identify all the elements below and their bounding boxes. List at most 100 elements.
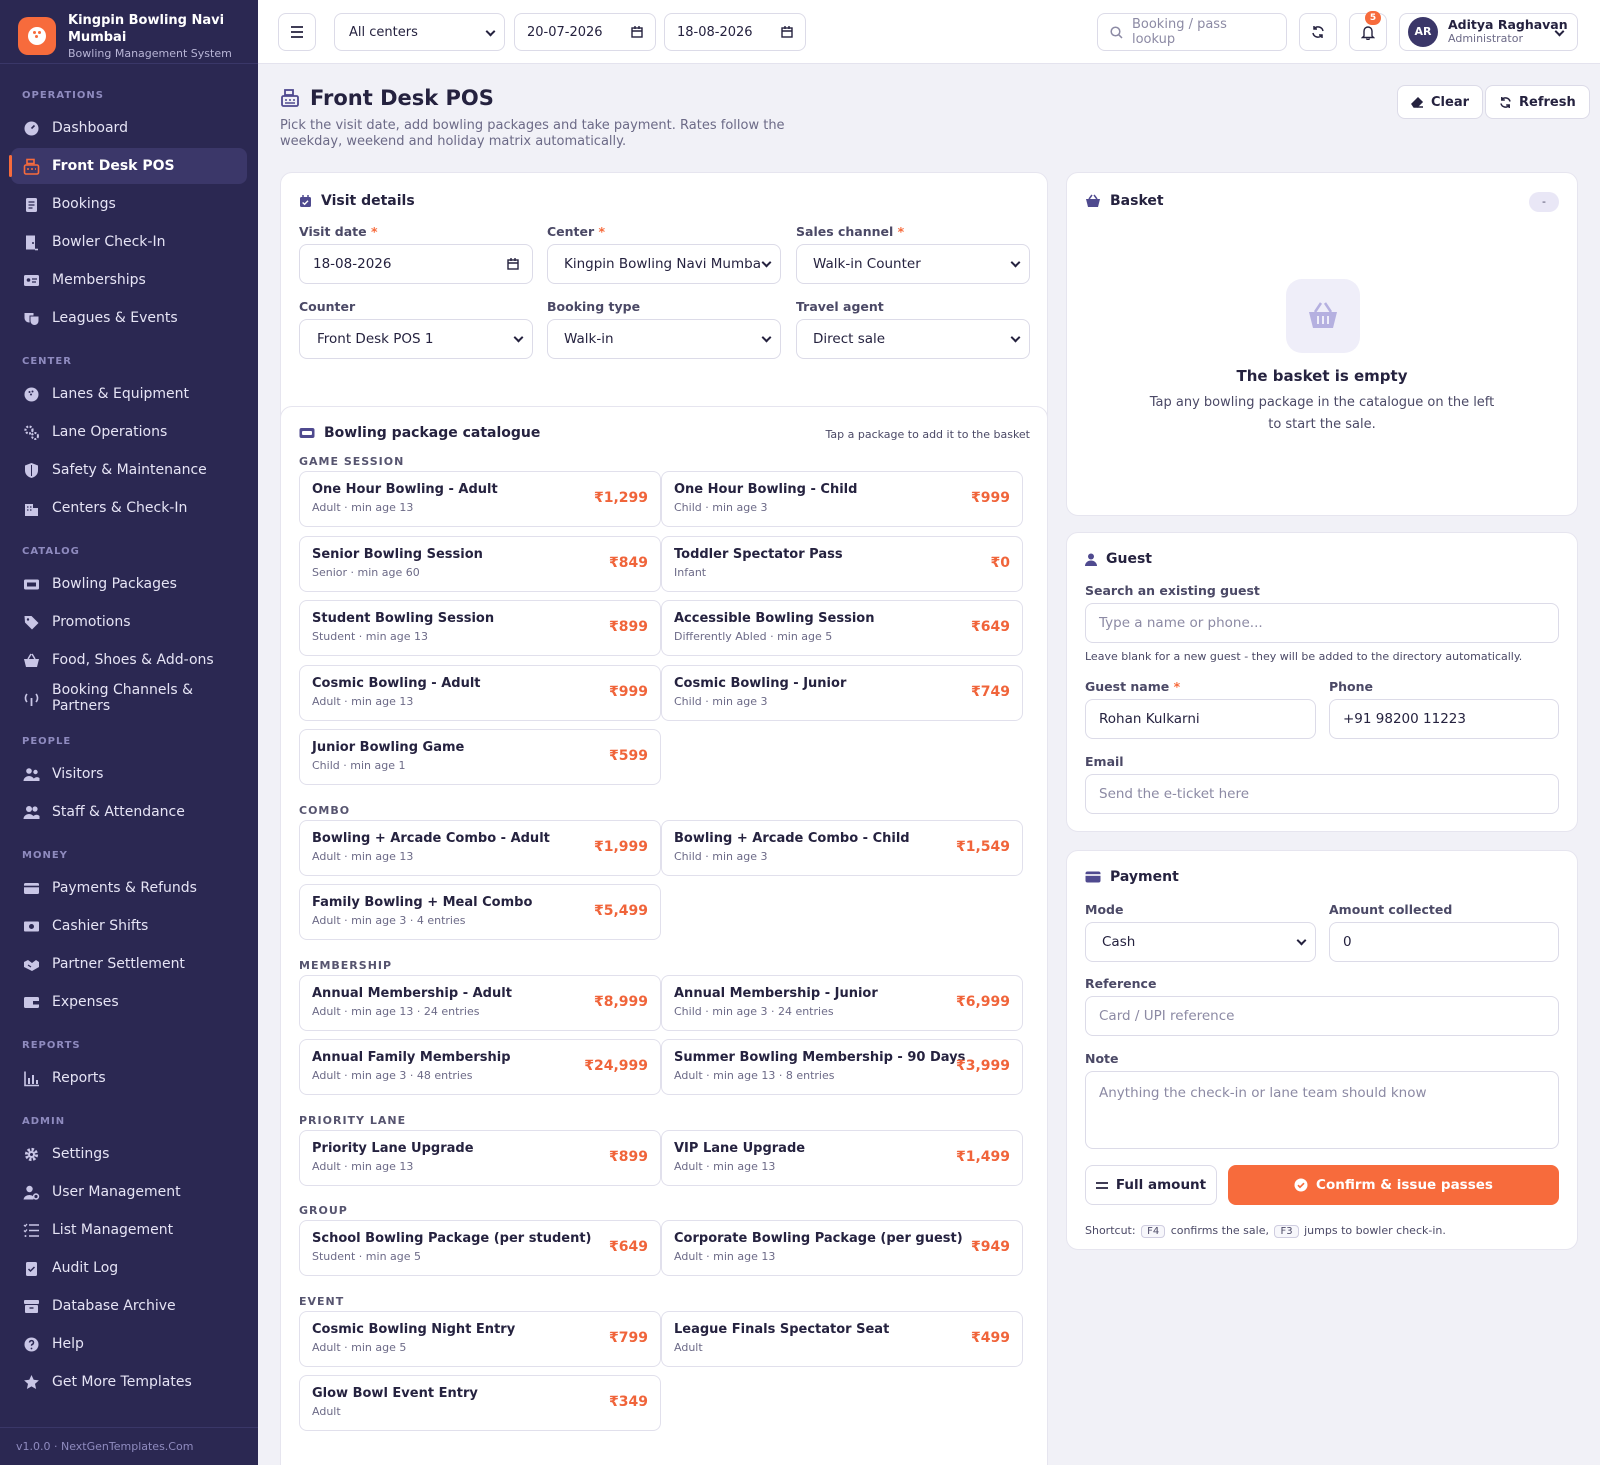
reference-input[interactable]: Card / UPI reference (1085, 996, 1559, 1036)
package-price: ₹649 (609, 1239, 648, 1255)
full-amount-button[interactable]: Full amount (1085, 1165, 1217, 1205)
basket-title: Basket (1110, 193, 1164, 209)
sidebar-item-lane-operations[interactable]: Lane Operations (11, 414, 247, 450)
package-tile[interactable]: Cosmic Bowling - Junior Child · min age 3… (661, 664, 1023, 721)
date-from-input[interactable]: 20-07-2026 (514, 13, 656, 51)
sidebar-item-centers-check-in[interactable]: Centers & Check-In (11, 490, 247, 526)
sidebar-item-user-management[interactable]: User Management (11, 1174, 247, 1210)
package-tile[interactable]: Annual Family Membership Adult · min age … (299, 1039, 661, 1095)
sidebar-item-dashboard[interactable]: Dashboard (11, 110, 247, 146)
users-icon (23, 766, 40, 783)
package-tile[interactable]: Junior Bowling Game Child · min age 1 ₹599 (299, 729, 661, 785)
center-filter-select[interactable]: All centers (334, 13, 505, 51)
package-tile[interactable]: Bowling + Arcade Combo - Adult Adult · mi… (299, 819, 661, 876)
sidebar-item-bookings[interactable]: Bookings (11, 186, 247, 222)
package-tile[interactable]: League Finals Spectator Seat Adult ₹499 (661, 1310, 1023, 1367)
sidebar-item-label: Memberships (52, 272, 146, 288)
package-price: ₹8,999 (593, 993, 648, 1010)
visit-date-input[interactable]: 18-08-2026 (299, 244, 533, 284)
booking-type-value: Walk-in (564, 331, 614, 347)
sidebar-item-label: Database Archive (52, 1298, 176, 1314)
package-tile[interactable]: Annual Membership - Adult Adult · min age… (299, 974, 661, 1031)
user-menu[interactable]: AR Aditya Raghavan Administrator (1399, 13, 1578, 51)
package-tile[interactable]: Annual Membership - Junior Child · min ag… (661, 974, 1023, 1031)
refresh-button[interactable]: Refresh (1485, 85, 1590, 119)
email-input[interactable]: Send the e-ticket here (1085, 774, 1559, 814)
travel-agent-select[interactable]: Direct sale (796, 319, 1030, 359)
clear-button[interactable]: Clear (1397, 85, 1483, 119)
note-textarea[interactable]: Anything the check-in or lane team shoul… (1085, 1071, 1559, 1149)
calendar-check-icon (300, 194, 311, 207)
sidebar-item-help[interactable]: Help (11, 1326, 247, 1362)
guest-search-input[interactable]: Type a name or phone... (1085, 603, 1559, 643)
center-label: Center * (547, 224, 606, 239)
sidebar-item-bowler-check-in[interactable]: Bowler Check-In (11, 224, 247, 260)
sidebar-item-visitors[interactable]: Visitors (11, 756, 247, 792)
guest-search-label: Search an existing guest (1085, 583, 1260, 598)
sidebar-item-bowling-packages[interactable]: Bowling Packages (11, 566, 247, 602)
package-tile[interactable]: One Hour Bowling - Adult Adult · min age … (299, 471, 661, 527)
sidebar-item-database-archive[interactable]: Database Archive (11, 1288, 247, 1324)
sidebar-item-front-desk-pos[interactable]: Front Desk POS (9, 148, 247, 184)
basket-icon (23, 652, 40, 669)
menu-toggle-button[interactable] (278, 13, 316, 51)
page-header: Front Desk POS (280, 86, 494, 110)
sidebar-item-get-more-templates[interactable]: Get More Templates (11, 1364, 247, 1400)
chevron-down-icon (485, 26, 496, 37)
package-tile[interactable]: Priority Lane Upgrade Adult · min age 13 ₹… (299, 1129, 661, 1186)
package-tile[interactable]: One Hour Bowling - Child Child · min age … (661, 471, 1023, 527)
amount-collected-input[interactable]: 0 (1329, 922, 1559, 962)
gear-icon (23, 1146, 40, 1163)
sidebar-item-promotions[interactable]: Promotions (11, 604, 247, 640)
sidebar-item-booking-channels-partners[interactable]: Booking Channels & Partners (11, 680, 247, 716)
package-tile[interactable]: Bowling + Arcade Combo - Child Child · mi… (661, 819, 1023, 876)
package-tile[interactable]: Senior Bowling Session Senior · min age 6… (299, 535, 661, 592)
reference-label: Reference (1085, 976, 1157, 991)
booking-lookup-input[interactable]: Booking / pass lookup (1097, 13, 1287, 51)
package-tile[interactable]: Cosmic Bowling Night Entry Adult · min ag… (299, 1310, 661, 1367)
sidebar-item-settings[interactable]: Settings (11, 1136, 247, 1172)
package-tile[interactable]: Student Bowling Session Student · min age… (299, 600, 661, 656)
package-tile[interactable]: Accessible Bowling Session Differently Ab… (661, 600, 1023, 656)
sidebar-item-safety-maintenance[interactable]: Safety & Maintenance (11, 452, 247, 488)
sidebar-item-list-management[interactable]: List Management (11, 1212, 247, 1248)
package-tile[interactable]: Corporate Bowling Package (per guest) Adu… (661, 1220, 1023, 1276)
date-to-input[interactable]: 18-08-2026 (664, 13, 806, 51)
sidebar-item-leagues-events[interactable]: Leagues & Events (11, 300, 247, 336)
package-tile[interactable]: School Bowling Package (per student) Stud… (299, 1220, 661, 1276)
sidebar-item-memberships[interactable]: Memberships (11, 262, 247, 298)
package-tile[interactable]: Glow Bowl Event Entry Adult ₹349 (299, 1375, 661, 1431)
nav-section-reports: REPORTS (22, 1040, 81, 1051)
package-tile[interactable]: Cosmic Bowling - Adult Adult · min age 13… (299, 664, 661, 721)
cash-register-icon (281, 89, 299, 107)
payment-mode-select[interactable]: Cash (1085, 922, 1316, 962)
sales-channel-select[interactable]: Walk-in Counter (796, 244, 1030, 284)
notifications-button[interactable]: 5 (1349, 11, 1387, 51)
sidebar-item-lanes-equipment[interactable]: Lanes & Equipment (11, 376, 247, 412)
sidebar-item-cashier-shifts[interactable]: Cashier Shifts (11, 908, 247, 944)
basket-card: Basket - The basket is empty Tap any bow… (1066, 172, 1578, 516)
sidebar-item-staff-attendance[interactable]: Staff & Attendance (11, 794, 247, 830)
package-tile[interactable]: VIP Lane Upgrade Adult · min age 13 ₹1,499 (661, 1129, 1023, 1186)
package-tile[interactable]: Summer Bowling Membership - 90 Days Adult… (661, 1039, 1023, 1095)
booking-type-select[interactable]: Walk-in (547, 319, 781, 359)
guest-name-input[interactable]: Rohan Kulkarni (1085, 699, 1316, 739)
sidebar-item-audit-log[interactable]: Audit Log (11, 1250, 247, 1286)
guest-header: Guest (1085, 551, 1152, 567)
sidebar-item-expenses[interactable]: Expenses (11, 984, 247, 1020)
package-tile[interactable]: Family Bowling + Meal Combo Adult · min a… (299, 884, 661, 940)
archive-icon (23, 1298, 40, 1315)
center-select[interactable]: Kingpin Bowling Navi Mumbai (547, 244, 781, 284)
package-price: ₹999 (609, 683, 648, 700)
phone-input[interactable]: +91 98200 11223 (1329, 699, 1559, 739)
sidebar-item-label: Expenses (52, 994, 119, 1010)
sync-button[interactable] (1299, 13, 1337, 51)
package-tile[interactable]: Toddler Spectator Pass Infant ₹0 (661, 535, 1023, 592)
sidebar-item-partner-settlement[interactable]: Partner Settlement (11, 946, 247, 982)
counter-select[interactable]: Front Desk POS 1 (299, 319, 533, 359)
sidebar-item-payments-refunds[interactable]: Payments & Refunds (11, 870, 247, 906)
confirm-issue-passes-button[interactable]: Confirm & issue passes (1228, 1165, 1559, 1205)
empty-basket-title: The basket is empty (1236, 367, 1408, 385)
sidebar-item-reports[interactable]: Reports (11, 1060, 247, 1096)
sidebar-item-food-shoes-add-ons[interactable]: Food, Shoes & Add-ons (11, 642, 247, 678)
